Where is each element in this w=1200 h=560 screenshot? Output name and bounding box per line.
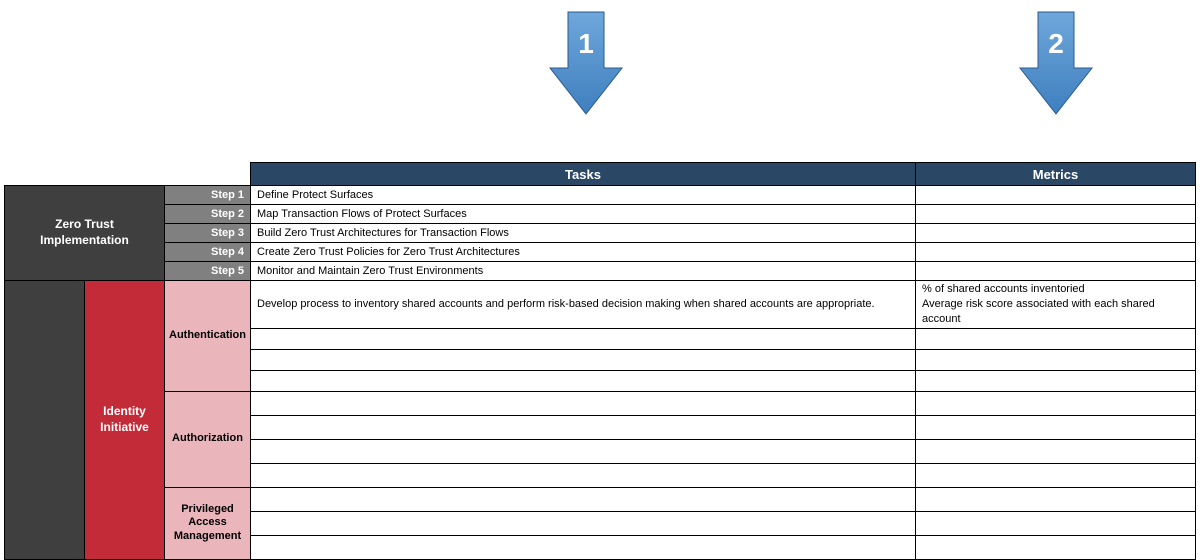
step-task: Define Protect Surfaces (251, 186, 916, 205)
task-cell: Develop process to inventory shared acco… (251, 281, 916, 329)
col-header-metrics: Metrics (916, 163, 1196, 186)
callout-arrow-2: 2 (1018, 8, 1094, 118)
metric-cell (916, 391, 1196, 415)
task-cell (251, 391, 916, 415)
task-cell (251, 439, 916, 463)
metric-cell (916, 370, 1196, 391)
table-row: Authorization (5, 391, 1196, 415)
callout-arrow-1: 1 (548, 8, 624, 118)
step-row: Step 4 Create Zero Trust Policies for Ze… (5, 243, 1196, 262)
table-row: PrivilegedAccessManagement (5, 487, 1196, 511)
step-row: Step 5 Monitor and Maintain Zero Trust E… (5, 262, 1196, 281)
task-cell (251, 487, 916, 511)
step-row: Step 3 Build Zero Trust Architectures fo… (5, 224, 1196, 243)
step-metric (916, 205, 1196, 224)
table-row: IdentityInitiative Authentication Develo… (5, 281, 1196, 329)
zt-implementation-label: Zero TrustImplementation (5, 186, 165, 281)
step-label: Step 1 (165, 186, 251, 205)
metric-cell (916, 415, 1196, 439)
task-cell (251, 328, 916, 349)
task-cell (251, 370, 916, 391)
step-task: Create Zero Trust Policies for Zero Trus… (251, 243, 916, 262)
step-label: Step 2 (165, 205, 251, 224)
callout-arrow-1-label: 1 (548, 28, 624, 60)
table-header-row: Tasks Metrics (5, 163, 1196, 186)
metric-cell (916, 487, 1196, 511)
step-metric (916, 262, 1196, 281)
metric-cell (916, 511, 1196, 535)
metric-cell: % of shared accounts inventoriedAverage … (916, 281, 1196, 329)
metric-cell (916, 439, 1196, 463)
step-metric (916, 186, 1196, 205)
step-task: Map Transaction Flows of Protect Surface… (251, 205, 916, 224)
step-row: Step 2 Map Transaction Flows of Protect … (5, 205, 1196, 224)
section-pam-label: PrivilegedAccessManagement (165, 487, 251, 559)
step-label: Step 3 (165, 224, 251, 243)
step-label: Step 4 (165, 243, 251, 262)
col-header-tasks: Tasks (251, 163, 916, 186)
step-task: Build Zero Trust Architectures for Trans… (251, 224, 916, 243)
step-label: Step 5 (165, 262, 251, 281)
task-cell (251, 415, 916, 439)
step-task: Monitor and Maintain Zero Trust Environm… (251, 262, 916, 281)
task-cell (251, 511, 916, 535)
metric-cell (916, 535, 1196, 559)
task-cell (251, 535, 916, 559)
step-row: Zero TrustImplementation Step 1 Define P… (5, 186, 1196, 205)
step-metric (916, 243, 1196, 262)
task-cell (251, 349, 916, 370)
identity-initiative-label: IdentityInitiative (85, 281, 165, 560)
header-spacer (5, 163, 251, 186)
callout-arrow-2-label: 2 (1018, 28, 1094, 60)
metric-cell (916, 349, 1196, 370)
section-authentication-label: Authentication (165, 281, 251, 392)
zero-trust-table: Tasks Metrics Zero TrustImplementation S… (4, 162, 1196, 560)
task-cell (251, 463, 916, 487)
metric-cell (916, 328, 1196, 349)
pillar-side (5, 281, 85, 560)
step-metric (916, 224, 1196, 243)
metric-cell (916, 463, 1196, 487)
section-authorization-label: Authorization (165, 391, 251, 487)
